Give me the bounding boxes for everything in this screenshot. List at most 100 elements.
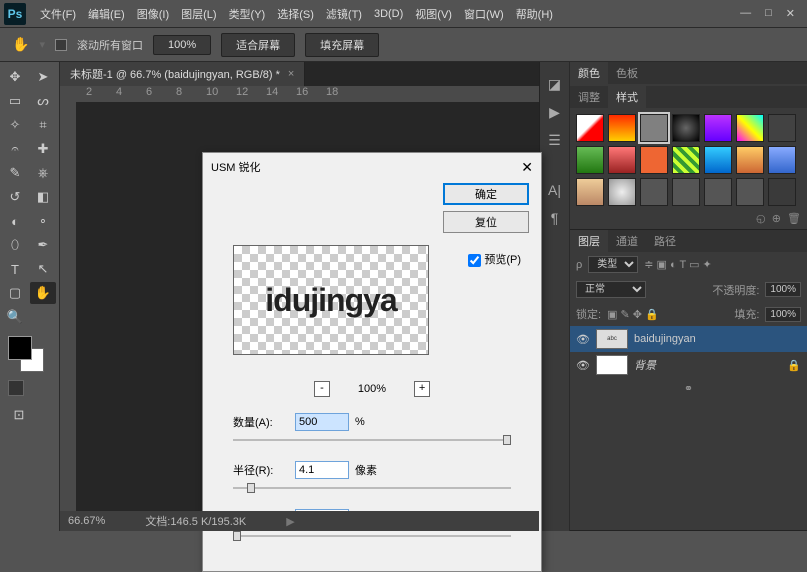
style-swatch[interactable] [704, 178, 732, 206]
character-panel-icon[interactable]: A| [543, 178, 567, 202]
menu-edit[interactable]: 编辑(E) [82, 2, 131, 26]
style-swatch[interactable] [736, 146, 764, 174]
layer-row[interactable]: 👁 背景 🔒 [570, 352, 807, 378]
menu-window[interactable]: 窗口(W) [458, 2, 510, 26]
tab-layers[interactable]: 图层 [570, 230, 608, 252]
zoom-tool[interactable]: 🔍 [2, 306, 28, 328]
menu-help[interactable]: 帮助(H) [510, 2, 559, 26]
menu-3d[interactable]: 3D(D) [368, 4, 409, 24]
stamp-tool[interactable]: ⎈ [30, 162, 56, 184]
style-swatch[interactable] [768, 146, 796, 174]
history-brush-tool[interactable]: ↺ [2, 186, 28, 208]
menu-select[interactable]: 选择(S) [271, 2, 320, 26]
brush-tool[interactable]: ✎ [2, 162, 28, 184]
fill-value[interactable]: 100% [765, 307, 801, 322]
arrow-tool[interactable]: ➤ [30, 66, 56, 88]
style-swatch[interactable] [768, 114, 796, 142]
style-swatch[interactable] [672, 146, 700, 174]
menu-layer[interactable]: 图层(L) [175, 2, 222, 26]
lock-icons[interactable]: ▣ ✎ ✥ 🔒 [607, 308, 659, 321]
radius-slider[interactable] [233, 483, 511, 493]
marquee-tool[interactable]: ▭ [2, 90, 28, 112]
pen-tool[interactable]: ✒ [30, 234, 56, 256]
style-swatch[interactable] [640, 114, 668, 142]
dodge-tool[interactable]: ⬯ [2, 234, 28, 256]
preview-image[interactable]: idujingya [233, 245, 429, 355]
amount-input[interactable] [295, 413, 349, 431]
document-tab[interactable]: 未标题-1 @ 66.7% (baidujingyan, RGB/8) *× [60, 62, 305, 86]
scroll-all-checkbox[interactable] [55, 39, 67, 51]
tab-styles[interactable]: 样式 [608, 86, 646, 108]
text-tool[interactable]: T [2, 258, 28, 280]
wand-tool[interactable]: ✧ [2, 114, 28, 136]
path-select-tool[interactable]: ↖ [30, 258, 56, 280]
shape-tool[interactable]: ▢ [2, 282, 28, 304]
zoom-in-button[interactable]: + [414, 381, 430, 397]
fit-screen-button[interactable]: 适合屏幕 [221, 33, 295, 57]
style-swatch[interactable] [576, 114, 604, 142]
heal-tool[interactable]: ✚ [30, 138, 56, 160]
history-panel-icon[interactable]: ☰ [543, 128, 567, 152]
swatch-indicator-icon[interactable]: ◪ [543, 72, 567, 96]
hand-tool[interactable]: ✋ [30, 282, 56, 304]
style-swatch[interactable] [736, 178, 764, 206]
style-swatch[interactable] [640, 178, 668, 206]
menu-view[interactable]: 视图(V) [409, 2, 458, 26]
visibility-icon[interactable]: 👁 [576, 333, 590, 346]
style-swatch[interactable] [704, 114, 732, 142]
amount-slider[interactable] [233, 435, 511, 445]
style-swatch[interactable] [576, 178, 604, 206]
menu-image[interactable]: 图像(I) [131, 2, 175, 26]
layer-kind-select[interactable]: 类型 [588, 256, 638, 273]
menu-type[interactable]: 类型(Y) [223, 2, 272, 26]
style-swatch[interactable] [704, 146, 732, 174]
style-swatch[interactable] [768, 178, 796, 206]
style-swatch[interactable] [672, 114, 700, 142]
move-tool[interactable]: ✥ [2, 66, 28, 88]
fill-screen-button[interactable]: 填充屏幕 [305, 33, 379, 57]
style-swatch[interactable] [608, 114, 636, 142]
eyedropper-tool[interactable]: 𝄐 [2, 138, 28, 160]
zoom-100-button[interactable]: 100% [153, 35, 211, 55]
crop-tool[interactable]: ⌗ [30, 114, 56, 136]
tab-swatches[interactable]: 色板 [608, 62, 646, 84]
lasso-tool[interactable]: ᔕ [30, 90, 56, 112]
play-icon[interactable]: ▶ [543, 100, 567, 124]
color-swatches[interactable] [2, 334, 57, 374]
style-swatch[interactable] [736, 114, 764, 142]
quickmask-toggle[interactable] [8, 380, 24, 396]
style-swatch[interactable] [640, 146, 668, 174]
tab-adjust[interactable]: 调整 [570, 86, 608, 108]
link-layers-icon[interactable]: ⚭ [570, 378, 807, 399]
foreground-swatch[interactable] [8, 336, 32, 360]
maximize-icon[interactable]: □ [765, 7, 772, 20]
layer-name[interactable]: 背景 [634, 357, 656, 373]
blur-tool[interactable]: ∘ [30, 210, 56, 232]
style-swatch[interactable] [672, 178, 700, 206]
style-swatch[interactable] [576, 146, 604, 174]
style-swatch[interactable] [608, 146, 636, 174]
layer-name[interactable]: baidujingyan [634, 333, 696, 345]
style-swatch[interactable] [608, 178, 636, 206]
screen-mode[interactable]: ⊡ [6, 404, 32, 426]
tab-paths[interactable]: 路径 [646, 230, 684, 252]
dialog-close-icon[interactable]: ✕ [521, 159, 533, 176]
gradient-tool[interactable]: ◐ [2, 210, 28, 232]
radius-input[interactable] [295, 461, 349, 479]
minimize-icon[interactable]: — [740, 7, 751, 20]
tab-color[interactable]: 颜色 [570, 62, 608, 84]
tab-channels[interactable]: 通道 [608, 230, 646, 252]
eraser-tool[interactable]: ◧ [30, 186, 56, 208]
menu-file[interactable]: 文件(F) [34, 2, 82, 26]
threshold-slider[interactable] [233, 531, 511, 541]
menu-filter[interactable]: 滤镜(T) [320, 2, 368, 26]
paragraph-panel-icon[interactable]: ¶ [543, 206, 567, 230]
opacity-value[interactable]: 100% [765, 282, 801, 297]
visibility-icon[interactable]: 👁 [576, 359, 590, 372]
ok-button[interactable]: 确定 [443, 183, 529, 205]
layer-row[interactable]: 👁 abc baidujingyan [570, 326, 807, 352]
zoom-out-button[interactable]: - [314, 381, 330, 397]
blend-mode-select[interactable]: 正常 [576, 281, 646, 298]
close-window-icon[interactable]: ✕ [786, 7, 795, 20]
preview-checkbox[interactable]: 预览(P) [468, 251, 521, 267]
